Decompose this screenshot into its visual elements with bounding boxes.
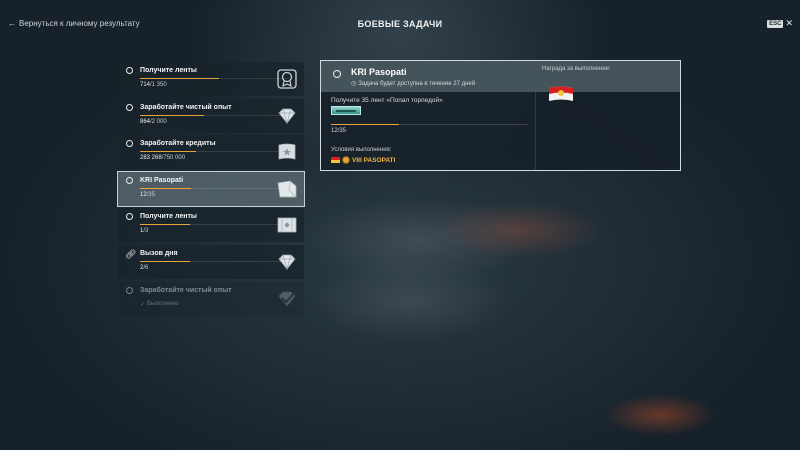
task-title: Заработайте чистый опыт [140, 103, 232, 111]
top-bar: ← Вернуться к личному результату БОЕВЫЕ … [0, 0, 800, 44]
task-progress: 864/2 000 [140, 119, 167, 125]
task-title: Вызов дня [140, 249, 178, 257]
status-circle-icon [126, 67, 133, 74]
task-list: Получите ленты 714/1 350 Заработайте чис… [117, 62, 305, 318]
status-circle-icon [126, 103, 133, 111]
status-circle-icon [333, 70, 341, 78]
task-title: Заработайте кредиты [140, 140, 216, 148]
progress-track [331, 124, 528, 125]
task-item[interactable]: Получите ленты 714/1 350 [118, 62, 304, 96]
task-title: Получите ленты [140, 67, 197, 74]
nation-flag-icon [331, 157, 340, 163]
task-progress: 1/3 [140, 228, 148, 234]
completed-text: Выполнено [147, 300, 179, 307]
status-circle-icon [126, 140, 133, 148]
status-circle-icon [126, 176, 133, 184]
progress-current: 283 268 [140, 155, 162, 162]
condition-ship-name: VIII PASOPATI [352, 156, 396, 164]
detail-header: KRI Pasopati ◷ Задача будет доступна в те… [321, 61, 680, 92]
task-item[interactable]: Получите ленты 1/3 [118, 208, 304, 243]
progress-total: /2 000 [150, 118, 167, 125]
torpedo-ribbon-icon [331, 106, 361, 115]
progress-total: /35 [146, 191, 156, 198]
task-item[interactable]: Заработайте чистый опыт 864/2 000 [118, 98, 304, 133]
progress-track [140, 78, 289, 79]
progress-fill [140, 260, 190, 262]
task-item[interactable]: 🔗︎ Вызов дня 2/6 [118, 244, 304, 279]
progress-fill [331, 124, 399, 125]
detail-title: KRI Pasopati [351, 67, 407, 77]
detail-subtitle: ◷ Задача будет доступна в течение 27 дней [351, 80, 476, 88]
task-item-completed[interactable]: Заработайте чистый опыт ✓ Выполнено [118, 281, 304, 316]
progress-fill [140, 78, 219, 79]
reward-label: Награда за выполнение: [542, 66, 611, 72]
flag-reward-icon [549, 86, 573, 101]
progress-current: 12 [140, 191, 147, 198]
completed-label: ✓ Выполнено [140, 301, 179, 308]
container-icon [277, 180, 297, 198]
ship-class-icon [342, 156, 350, 164]
progress-track [140, 187, 289, 189]
progress-track [140, 260, 289, 262]
task-item-selected[interactable]: KRI Pasopati 12/35 [117, 170, 305, 207]
conditions-label: Условия выполнения: [331, 147, 392, 153]
task-progress: 12/35 [140, 192, 155, 198]
progress-fill [140, 187, 192, 189]
progress-track [140, 224, 289, 226]
diamond-icon [278, 254, 296, 271]
progress-total: /6 [143, 264, 149, 271]
progress-total: /1 350 [150, 82, 167, 88]
detail-progress-text: 12/35 [331, 128, 347, 134]
progress-fill [140, 151, 197, 153]
chain-link-icon: 🔗︎ [125, 248, 137, 259]
esc-close-button[interactable]: ESC ✕ [767, 18, 793, 29]
page-title: БОЕВЫЕ ЗАДАЧИ [357, 19, 443, 29]
detail-goal: Получите 35 лент «Попал торпедой» [331, 97, 443, 104]
diamond-icon [278, 108, 296, 124]
progress-track [140, 151, 289, 153]
medal-icon [277, 69, 297, 89]
status-circle-icon [126, 286, 133, 294]
detail-subtitle-text: Задача будет доступна в течение 27 дней [358, 80, 476, 87]
flag-star-icon [278, 143, 296, 160]
close-icon: ✕ [785, 18, 793, 28]
task-progress: 714/1 350 [140, 82, 167, 88]
task-progress: 2/6 [140, 265, 148, 271]
progress-fill [140, 114, 205, 116]
task-title: Заработайте чистый опыт [140, 286, 232, 294]
map-icon [277, 217, 297, 233]
status-circle-icon [126, 213, 133, 221]
check-small-icon: ✓ [140, 301, 146, 308]
progress-track [140, 114, 289, 116]
detail-conditions-column: Получите 35 лент «Попал торпедой» 12/35 … [321, 92, 536, 170]
task-detail-panel: KRI Pasopati ◷ Задача будет доступна в те… [320, 60, 681, 171]
task-item[interactable]: Заработайте кредиты 283 268/750 000 [118, 135, 304, 170]
task-progress: 283 268/750 000 [140, 155, 185, 161]
condition-ship: VIII PASOPATI [331, 156, 395, 164]
progress-fill [140, 224, 190, 226]
progress-current: 864 [140, 118, 151, 125]
progress-current: 714 [140, 82, 151, 88]
task-title: Получите ленты [140, 213, 197, 221]
esc-key-label: ESC [767, 19, 784, 28]
check-icon [278, 289, 297, 307]
progress-total: /3 [143, 228, 149, 235]
clock-icon: ◷ [351, 81, 357, 87]
progress-total: /750 000 [161, 155, 186, 162]
task-title: KRI Pasopati [140, 176, 184, 184]
